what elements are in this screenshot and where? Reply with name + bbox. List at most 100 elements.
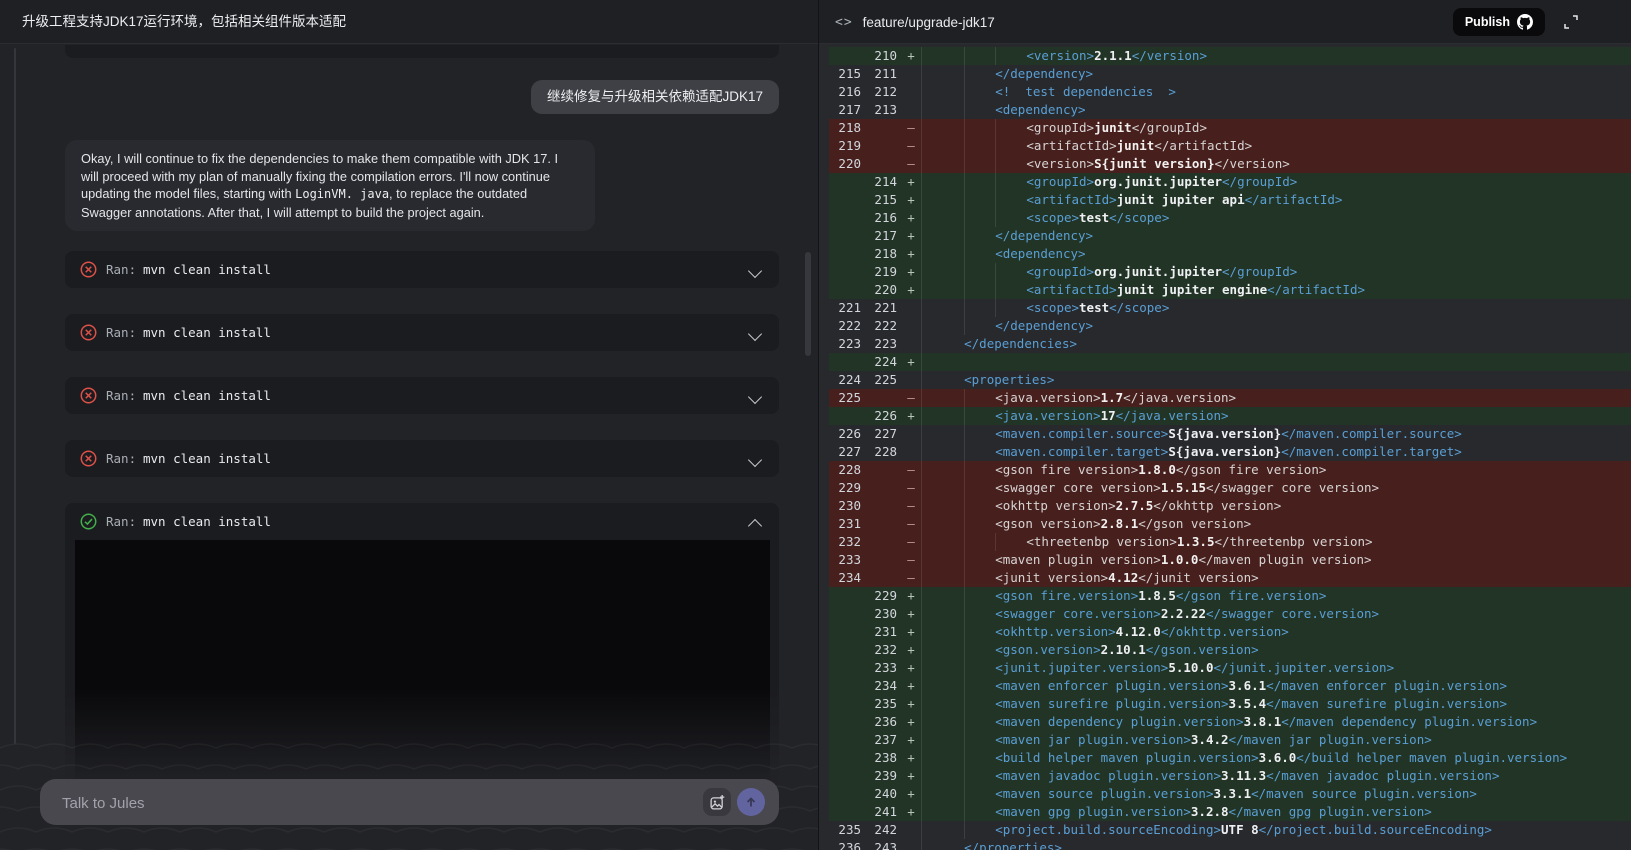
diff-sign: + xyxy=(901,245,921,263)
new-line-number: 217 xyxy=(865,227,901,245)
old-line-number: 236 xyxy=(829,839,865,850)
new-line-number xyxy=(865,569,901,587)
chevron-up-icon[interactable] xyxy=(748,519,762,533)
error-circle-x-icon xyxy=(80,387,97,404)
diff-sign xyxy=(901,335,921,353)
new-line-number xyxy=(865,137,901,155)
old-line-number: 219 xyxy=(829,137,865,155)
task-header[interactable]: Ran: mvn clean install xyxy=(65,377,779,414)
new-line-number: 233 xyxy=(865,659,901,677)
diff-code-text: <maven enforcer plugin.version>3.6.1</ma… xyxy=(921,677,1631,695)
diff-code-text: <dependency> xyxy=(921,101,1631,119)
publish-button[interactable]: Publish xyxy=(1453,8,1545,36)
task-command: mvn clean install xyxy=(143,377,271,414)
diff-row: 217 213 <dependency> xyxy=(829,101,1631,119)
chevron-down-icon[interactable] xyxy=(748,264,762,278)
old-line-number xyxy=(829,785,865,803)
expand-icon[interactable] xyxy=(1563,14,1579,30)
diff-code-text: <artifactId>junit jupiter engine</artifa… xyxy=(921,281,1631,299)
diff-sign: + xyxy=(901,767,921,785)
diff-row: 224 225 <properties> xyxy=(829,371,1631,389)
old-line-number: 232 xyxy=(829,533,865,551)
task-command: mvn clean install xyxy=(143,251,271,288)
new-line-number xyxy=(865,479,901,497)
new-line-number: 225 xyxy=(865,371,901,389)
diff-sign: — xyxy=(901,479,921,497)
diff-sign: + xyxy=(901,281,921,299)
github-icon xyxy=(1517,14,1533,30)
task-header[interactable]: Ran: mvn clean install xyxy=(65,440,779,477)
diff-code-text: <junit version>4.12</junit version> xyxy=(921,569,1631,587)
diff-row: 215 + <artifactId>junit jupiter api</art… xyxy=(829,191,1631,209)
new-line-number: 218 xyxy=(865,245,901,263)
task-label: Ran: xyxy=(106,503,136,540)
old-line-number xyxy=(829,407,865,425)
new-line-number xyxy=(865,551,901,569)
diff-sign: + xyxy=(901,677,921,695)
new-line-number: 212 xyxy=(865,83,901,101)
chat-input[interactable] xyxy=(60,779,624,827)
chevron-down-icon[interactable] xyxy=(748,453,762,467)
new-line-number: 228 xyxy=(865,443,901,461)
chat-scrollbar-thumb[interactable] xyxy=(805,252,811,356)
diff-row: 235 242 <project.build.sourceEncoding>UT… xyxy=(829,821,1631,839)
diff-code-text: <! test dependencies > xyxy=(921,83,1631,101)
diff-row: 229 — <swagger core version>1.5.15</swag… xyxy=(829,479,1631,497)
task-header[interactable]: Ran: mvn clean install xyxy=(65,503,779,540)
old-line-number: 227 xyxy=(829,443,865,461)
new-line-number: 232 xyxy=(865,641,901,659)
diff-code-text: <version>S{junit version}</version> xyxy=(921,155,1631,173)
diff-sign xyxy=(901,425,921,443)
send-button[interactable] xyxy=(737,788,765,816)
diff-row: 234 — <junit version>4.12</junit version… xyxy=(829,569,1631,587)
diff-code-text: <maven.compiler.source>S{java.version}</… xyxy=(921,425,1631,443)
success-check-icon xyxy=(80,513,97,530)
old-line-number: 223 xyxy=(829,335,865,353)
diff-code-text: <gson fire version>1.8.0</gson fire vers… xyxy=(921,461,1631,479)
new-line-number: 237 xyxy=(865,731,901,749)
diff-code-text: <okhttp version>2.7.5</okhttp version> xyxy=(921,497,1631,515)
diff-code-text: <artifactId>junit jupiter api</artifactI… xyxy=(921,191,1631,209)
diff-row: 238 + <build helper maven plugin.version… xyxy=(829,749,1631,767)
old-line-number: 233 xyxy=(829,551,865,569)
diff-code-view[interactable]: 210 + <version>2.1.1</version> 215 211 <… xyxy=(819,47,1631,850)
left-scroll-track[interactable] xyxy=(14,48,16,744)
diff-row: 233 + <junit.jupiter.version>5.10.0</jun… xyxy=(829,659,1631,677)
task-card[interactable]: Ran: mvn clean install xyxy=(65,440,779,477)
task-label: Ran: xyxy=(106,440,136,477)
diff-row: 235 + <maven surefire plugin.version>3.5… xyxy=(829,695,1631,713)
new-line-number: 230 xyxy=(865,605,901,623)
old-line-number: 222 xyxy=(829,317,865,335)
diff-code-text: </dependency> xyxy=(921,227,1631,245)
task-card[interactable]: Ran: mvn clean install xyxy=(65,251,779,288)
diff-row: 231 — <gson version>2.8.1</gson version> xyxy=(829,515,1631,533)
diff-sign: + xyxy=(901,713,921,731)
task-header[interactable]: Ran: mvn clean install xyxy=(65,314,779,351)
diff-row: 226 + <java.version>17</java.version> xyxy=(829,407,1631,425)
diff-sign: + xyxy=(901,641,921,659)
diff-sign: + xyxy=(901,263,921,281)
diff-code-text: <swagger core.version>2.2.22</swagger co… xyxy=(921,605,1631,623)
attach-image-button[interactable] xyxy=(703,788,731,816)
diff-row: 232 — <threetenbp version>1.3.5</threete… xyxy=(829,533,1631,551)
assistant-inline-code: LoginVM. java xyxy=(295,187,389,201)
diff-code-text: <groupId>org.junit.jupiter</groupId> xyxy=(921,263,1631,281)
chevron-down-icon[interactable] xyxy=(748,327,762,341)
diff-sign: + xyxy=(901,605,921,623)
composer-bar[interactable] xyxy=(40,779,779,825)
task-card[interactable]: Ran: mvn clean install xyxy=(65,377,779,414)
diff-code-text: <maven.compiler.target>S{java.version}</… xyxy=(921,443,1631,461)
chevron-down-icon[interactable] xyxy=(748,390,762,404)
task-header[interactable]: Ran: mvn clean install xyxy=(65,251,779,288)
new-line-number: 210 xyxy=(865,47,901,65)
task-card[interactable]: Ran: mvn clean install xyxy=(65,314,779,351)
diff-sign xyxy=(901,839,921,850)
diff-row: 220 — <version>S{junit version}</version… xyxy=(829,155,1631,173)
old-line-number xyxy=(829,677,865,695)
diff-row: 234 + <maven enforcer plugin.version>3.6… xyxy=(829,677,1631,695)
new-line-number: 235 xyxy=(865,695,901,713)
old-line-number: 224 xyxy=(829,371,865,389)
session-title: 升级工程支持JDK17运行环境，包括相关组件版本适配 xyxy=(22,0,346,44)
previous-card-partial xyxy=(65,45,779,58)
old-line-number: 229 xyxy=(829,479,865,497)
